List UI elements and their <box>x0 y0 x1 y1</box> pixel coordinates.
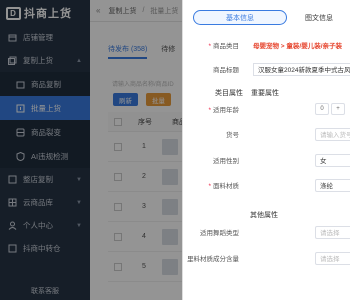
title-label: 商品标题 <box>213 67 239 74</box>
attr-section-label: 类目属性 重要属性 <box>215 88 279 98</box>
age-label: * 适用年龄 <box>208 107 239 114</box>
item-no-input[interactable]: 请输入货号 <box>315 127 350 141</box>
item-no-row: 货号 请输入货号 <box>183 127 350 141</box>
category-attributes-label: 类目属性 <box>215 90 243 97</box>
fabric-row: 里料材质成分含量 请选择 <box>183 251 350 265</box>
category-value[interactable]: 母婴宠物 > 童装/婴儿装/亲子装 <box>253 40 342 50</box>
dance-select[interactable]: 请选择 <box>315 225 350 239</box>
product-title-input[interactable]: 汉服女童2024新款夏季中式古风 <box>253 62 350 76</box>
category-label: * 商品类目 <box>208 43 239 50</box>
tab-basic-info[interactable]: 基本信息 <box>193 10 287 25</box>
gender-row: 适用性别 女 <box>183 153 350 167</box>
important-attributes-label: 重要属性 <box>250 90 279 97</box>
fabric-select[interactable]: 请选择 <box>315 251 350 265</box>
gender-select[interactable]: 女 <box>315 153 350 167</box>
drawer-tabs: 基本信息 图文信息 <box>193 10 350 25</box>
tab-image-info[interactable]: 图文信息 <box>287 10 350 25</box>
gender-label: 适用性别 <box>213 158 239 165</box>
category-row: * 商品类目 母婴宠物 > 童装/婴儿装/亲子装 <box>183 38 350 52</box>
item-no-label: 货号 <box>226 132 239 139</box>
material-select[interactable]: 涤纶 <box>315 178 350 192</box>
material-row: * 面料材质 涤纶 <box>183 178 350 192</box>
other-attributes-label: 其他属性 <box>250 212 278 219</box>
age-add-option[interactable]: + <box>331 103 345 115</box>
age-selector: 0 + <box>315 103 345 115</box>
edit-product-drawer: 基本信息 图文信息 * 商品类目 母婴宠物 > 童装/婴儿装/亲子装 商品标题 汉… <box>182 0 350 300</box>
dance-label: 适用舞蹈类型 <box>200 230 239 237</box>
title-row: 商品标题 汉服女童2024新款夏季中式古风 <box>183 62 350 76</box>
material-label: * 面料材质 <box>208 183 239 190</box>
dance-row: 适用舞蹈类型 请选择 <box>183 225 350 239</box>
age-option[interactable]: 0 <box>315 103 329 115</box>
age-row: * 适用年龄 0 + <box>183 102 350 116</box>
fabric-label: 里料材质成分含量 <box>187 256 239 263</box>
